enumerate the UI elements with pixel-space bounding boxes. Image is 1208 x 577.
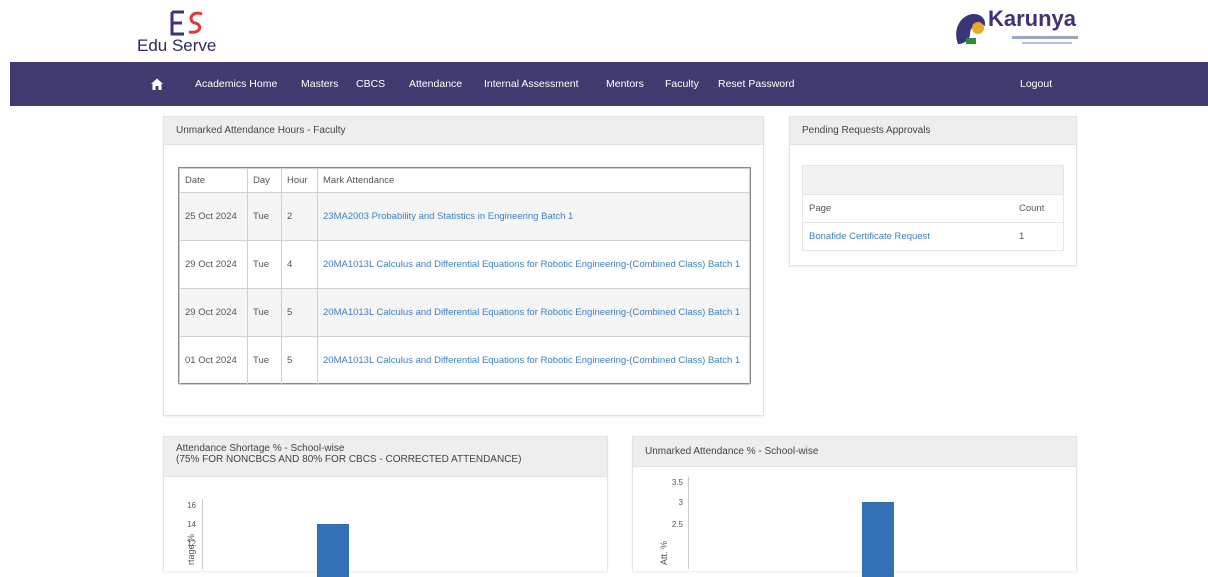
karunya-tagline-line — [1022, 42, 1072, 44]
eduserve-mark-icon — [170, 10, 203, 36]
day-cell: Tue — [247, 192, 282, 241]
eduserve-logo[interactable]: Edu Serve — [137, 8, 237, 58]
unmarked-attendance-chart-panel: Unmarked Attendance % - School-wise Att.… — [632, 436, 1077, 577]
col-day-header: Day — [247, 168, 282, 193]
pending-table-container: Page Count Bonafide Certificate Request … — [802, 165, 1064, 251]
count-cell: 1 — [1013, 222, 1063, 251]
nav-internal-assessment[interactable]: Internal Assessment — [484, 62, 579, 106]
panel-title: Pending Requests Approvals — [790, 117, 1076, 145]
date-cell: 25 Oct 2024 — [179, 192, 248, 241]
table-row: 29 Oct 2024 Tue 5 20MA1013L Calculus and… — [179, 288, 750, 337]
main-navbar: Academics Home Masters CBCS Attendance I… — [10, 62, 1208, 106]
date-cell: 29 Oct 2024 — [179, 288, 248, 337]
chart-title: Attendance Shortage % - School-wise — [176, 443, 345, 454]
nav-mentors[interactable]: Mentors — [606, 62, 644, 106]
table-row: 25 Oct 2024 Tue 2 23MA2003 Probability a… — [179, 192, 750, 241]
app-header: Edu Serve Karunya — [0, 0, 1208, 62]
panel-title: Unmarked Attendance Hours - Faculty — [164, 117, 763, 145]
y-tick-label: 3.5 — [671, 478, 683, 487]
date-cell: 01 Oct 2024 — [179, 336, 248, 385]
y-tick-label: 3 — [678, 498, 683, 507]
hour-cell: 2 — [281, 192, 318, 241]
col-page-header: Page — [803, 194, 1013, 223]
nav-masters[interactable]: Masters — [301, 62, 338, 106]
pending-requests-panel: Pending Requests Approvals Page Count Bo… — [789, 116, 1077, 266]
table-header-row: Date Day Hour Mark Attendance — [179, 168, 750, 193]
unmarked-attendance-table: Date Day Hour Mark Attendance 25 Oct 202… — [179, 168, 750, 385]
karunya-logo: Karunya — [952, 6, 1092, 54]
karunya-tagline-line — [1012, 36, 1078, 39]
mark-attendance-link[interactable]: 23MA2003 Probability and Statistics in E… — [323, 211, 573, 222]
hour-cell: 5 — [281, 336, 318, 385]
logout-link[interactable]: Logout — [1020, 62, 1052, 106]
pending-table-toolbar — [803, 166, 1063, 194]
hour-cell: 5 — [281, 288, 318, 337]
karunya-emblem-icon — [956, 14, 986, 44]
chart-title: Unmarked Attendance % - School-wise — [633, 437, 1076, 467]
table-row: 29 Oct 2024 Tue 4 20MA1013L Calculus and… — [179, 240, 750, 289]
nav-faculty[interactable]: Faculty — [665, 62, 699, 106]
nav-academics-home[interactable]: Academics Home — [195, 62, 277, 106]
partner-name: Karunya — [988, 6, 1077, 31]
y-tick-label: 16 — [187, 501, 196, 510]
col-mark-attendance-header: Mark Attendance — [317, 168, 750, 193]
col-count-header: Count — [1013, 194, 1063, 223]
table-row: Bonafide Certificate Request 1 — [803, 222, 1063, 251]
nav-cbcs[interactable]: CBCS — [356, 62, 385, 106]
mark-attendance-link[interactable]: 20MA1013L Calculus and Differential Equa… — [323, 259, 740, 270]
day-cell: Tue — [247, 288, 282, 337]
pending-requests-table: Page Count Bonafide Certificate Request … — [803, 194, 1063, 251]
nav-attendance[interactable]: Attendance — [409, 62, 462, 106]
nav-reset-password[interactable]: Reset Password — [718, 62, 794, 106]
chart-bar — [317, 524, 349, 577]
col-date-header: Date — [179, 168, 248, 193]
chart-bar — [862, 502, 894, 577]
table-header-row: Page Count — [803, 194, 1063, 223]
home-icon[interactable] — [150, 77, 164, 91]
attendance-shortage-chart-panel: Attendance Shortage % - School-wise (75%… — [163, 436, 608, 577]
day-cell: Tue — [247, 240, 282, 289]
y-tick-label: 14 — [187, 520, 196, 529]
chart-heading: Attendance Shortage % - School-wise (75%… — [164, 437, 607, 477]
y-tick-label: 2.5 — [671, 520, 683, 529]
date-cell: 29 Oct 2024 — [179, 240, 248, 289]
mark-attendance-link[interactable]: 20MA1013L Calculus and Differential Equa… — [323, 307, 740, 318]
y-axis-line — [688, 477, 689, 569]
mark-attendance-link[interactable]: 20MA1013L Calculus and Differential Equa… — [323, 355, 740, 366]
chart-y-axis-label: Att. % — [659, 540, 669, 565]
col-hour-header: Hour — [281, 168, 318, 193]
table-row: 01 Oct 2024 Tue 5 20MA1013L Calculus and… — [179, 336, 750, 385]
day-cell: Tue — [247, 336, 282, 385]
unmarked-table-container: Date Day Hour Mark Attendance 25 Oct 202… — [178, 167, 751, 385]
y-tick-label: 12 — [187, 539, 196, 548]
brand-name: Edu Serve — [137, 36, 217, 55]
chart-subtitle: (75% FOR NONCBCS AND 80% FOR CBCS - CORR… — [176, 454, 522, 465]
hour-cell: 4 — [281, 240, 318, 289]
y-axis-line — [202, 499, 203, 569]
bonafide-request-link[interactable]: Bonafide Certificate Request — [809, 231, 930, 242]
unmarked-attendance-panel: Unmarked Attendance Hours - Faculty Date… — [163, 116, 764, 416]
